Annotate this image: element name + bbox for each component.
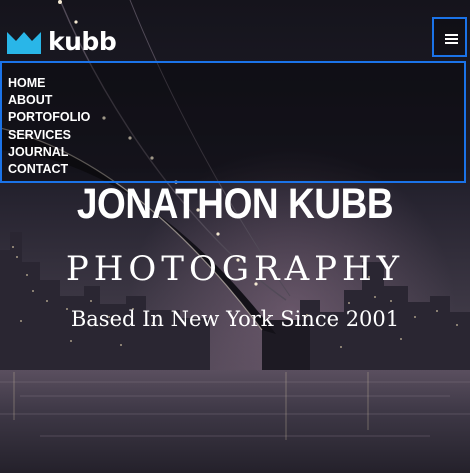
hamburger-menu-icon xyxy=(445,42,458,44)
site-logo[interactable]: kubb xyxy=(7,27,117,57)
nav-item-services[interactable]: SERVICES xyxy=(8,127,464,144)
hamburger-menu-icon xyxy=(445,38,458,40)
page: kubb HOME ABOUT PORTOFOLIO SERVICES JOUR… xyxy=(0,0,470,473)
nav-item-contact[interactable]: CONTACT xyxy=(8,161,464,178)
nav-item-home[interactable]: HOME xyxy=(8,75,464,92)
nav-item-about[interactable]: ABOUT xyxy=(8,92,464,109)
hero-tagline: Based In New York Since 2001 xyxy=(70,307,400,331)
crown-icon xyxy=(7,32,41,54)
nav-item-journal[interactable]: JOURNAL xyxy=(8,144,464,161)
logo-text: kubb xyxy=(48,27,117,56)
menu-toggle-button[interactable] xyxy=(432,17,467,57)
hero-name: JONATHON KUBB xyxy=(76,180,394,228)
nav-item-portfolio[interactable]: PORTOFOLIO xyxy=(8,109,464,126)
nav-menu: HOME ABOUT PORTOFOLIO SERVICES JOURNAL C… xyxy=(0,61,466,183)
hero-subtitle: PHOTOGRAPHY xyxy=(65,249,405,289)
hamburger-menu-icon xyxy=(445,34,458,36)
